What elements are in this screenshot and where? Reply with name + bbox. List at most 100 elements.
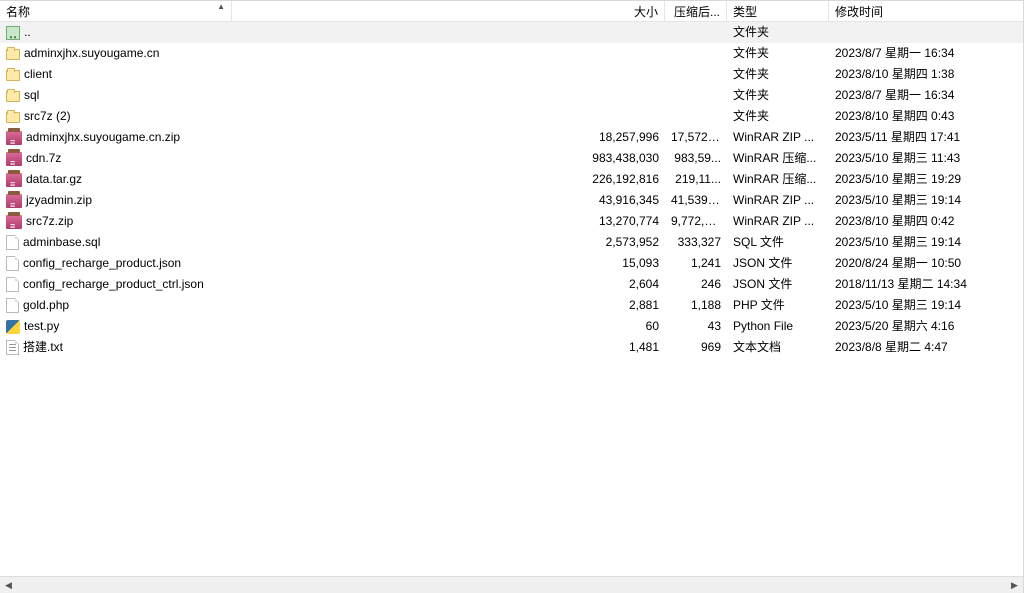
scroll-right-button[interactable]: ▶ (1006, 577, 1023, 593)
file-name-label: 搭建.txt (23, 337, 63, 358)
cell-name: test.py (0, 316, 232, 337)
file-list-panel: 名称 ▲ 大小 压缩后... 类型 修改时间 ..文件夹adminxjhx.su… (0, 0, 1024, 593)
cell-modified: 2023/5/10 星期三 11:43 (829, 148, 1023, 169)
scroll-track[interactable] (17, 577, 1006, 593)
cell-packed: 17,572,... (665, 127, 727, 148)
cell-name: data.tar.gz (0, 169, 232, 190)
cell-packed: 246 (665, 274, 727, 295)
file-row[interactable]: test.py6043Python File2023/5/20 星期六 4:16 (0, 316, 1023, 337)
cell-packed: 333,327 (665, 232, 727, 253)
file-row[interactable]: adminxjhx.suyougame.cn文件夹2023/8/7 星期一 16… (0, 43, 1023, 64)
cell-type: WinRAR 压缩... (727, 169, 829, 190)
file-row[interactable]: gold.php2,8811,188PHP 文件2023/5/10 星期三 19… (0, 295, 1023, 316)
file-row[interactable]: adminbase.sql2,573,952333,327SQL 文件2023/… (0, 232, 1023, 253)
column-header-size-label: 大小 (634, 3, 658, 20)
column-header-packed-label: 压缩后... (674, 3, 720, 20)
column-header-name-label: 名称 (6, 3, 30, 20)
scroll-left-button[interactable]: ◀ (0, 577, 17, 593)
file-row[interactable]: sql文件夹2023/8/7 星期一 16:34 (0, 85, 1023, 106)
column-header-size[interactable]: 大小 (585, 1, 665, 21)
cell-modified: 2020/8/24 星期一 10:50 (829, 253, 1023, 274)
file-rows-container: ..文件夹adminxjhx.suyougame.cn文件夹2023/8/7 星… (0, 22, 1023, 576)
cell-packed: 969 (665, 337, 727, 358)
cell-name: adminxjhx.suyougame.cn.zip (0, 127, 232, 148)
cell-name: adminbase.sql (0, 232, 232, 253)
cell-size: 983,438,030 (585, 148, 665, 169)
sort-indicator-icon: ▲ (217, 2, 225, 11)
file-row[interactable]: config_recharge_product.json15,0931,241J… (0, 253, 1023, 274)
file-name-label: sql (24, 85, 39, 106)
cell-size: 2,604 (585, 274, 665, 295)
cell-modified: 2023/8/7 星期一 16:34 (829, 43, 1023, 64)
cell-packed: 41,539,... (665, 190, 727, 211)
cell-size: 43,916,345 (585, 190, 665, 211)
file-row[interactable]: data.tar.gz226,192,816219,11...WinRAR 压缩… (0, 169, 1023, 190)
cell-name: adminxjhx.suyougame.cn (0, 43, 232, 64)
file-row[interactable]: 搭建.txt1,481969文本文档2023/8/8 星期二 4:47 (0, 337, 1023, 358)
horizontal-scrollbar[interactable]: ◀ ▶ (0, 576, 1023, 593)
cell-packed: 9,772,2... (665, 211, 727, 232)
column-header-modified[interactable]: 修改时间 (829, 1, 1023, 21)
cell-name: jzyadmin.zip (0, 190, 232, 211)
file-name-label: src7z (2) (24, 106, 71, 127)
cell-modified: 2023/5/20 星期六 4:16 (829, 316, 1023, 337)
file-name-label: adminxjhx.suyougame.cn (24, 43, 159, 64)
column-header-type[interactable]: 类型 (727, 1, 829, 21)
cell-modified: 2023/5/11 星期四 17:41 (829, 127, 1023, 148)
cell-type: Python File (727, 316, 829, 337)
file-row[interactable]: adminxjhx.suyougame.cn.zip18,257,99617,5… (0, 127, 1023, 148)
cell-modified: 2023/8/10 星期四 1:38 (829, 64, 1023, 85)
file-name-label: client (24, 64, 52, 85)
cell-name: src7z (2) (0, 106, 232, 127)
file-row[interactable]: cdn.7z983,438,030983,59...WinRAR 压缩...20… (0, 148, 1023, 169)
file-row[interactable]: jzyadmin.zip43,916,34541,539,...WinRAR Z… (0, 190, 1023, 211)
column-header-row: 名称 ▲ 大小 压缩后... 类型 修改时间 (0, 1, 1023, 22)
column-header-modified-label: 修改时间 (835, 3, 883, 20)
file-row[interactable]: config_recharge_product_ctrl.json 2,60424… (0, 274, 1023, 295)
archive-icon (6, 215, 22, 229)
file-name-label: config_recharge_product.json (23, 253, 181, 274)
file-row[interactable]: client 文件夹2023/8/10 星期四 1:38 (0, 64, 1023, 85)
cell-type: 文件夹 (727, 22, 829, 43)
cell-modified: 2023/5/10 星期三 19:29 (829, 169, 1023, 190)
cell-modified: 2023/8/10 星期四 0:43 (829, 106, 1023, 127)
cell-size: 1,481 (585, 337, 665, 358)
column-header-packed[interactable]: 压缩后... (665, 1, 727, 21)
cell-size: 15,093 (585, 253, 665, 274)
file-name-label: src7z.zip (26, 211, 73, 232)
cell-name: config_recharge_product_ctrl.json (0, 274, 232, 295)
cell-modified: 2018/11/13 星期二 14:34 (829, 274, 1023, 295)
cell-modified: 2023/8/8 星期二 4:47 (829, 337, 1023, 358)
file-name-label: jzyadmin.zip (26, 190, 92, 211)
cell-type: WinRAR 压缩... (727, 148, 829, 169)
file-icon (6, 235, 19, 250)
folder-icon (6, 112, 20, 123)
archive-icon (6, 131, 22, 145)
file-icon (6, 298, 19, 313)
cell-name: client (0, 64, 232, 85)
cell-size: 226,192,816 (585, 169, 665, 190)
file-row[interactable]: src7z (2) 文件夹2023/8/10 星期四 0:43 (0, 106, 1023, 127)
file-name-label: cdn.7z (26, 148, 61, 169)
archive-icon (6, 173, 22, 187)
column-header-name[interactable]: 名称 ▲ (0, 1, 232, 21)
file-row[interactable]: .. 文件夹 (0, 22, 1023, 43)
cell-modified: 2023/5/10 星期三 19:14 (829, 295, 1023, 316)
parent-folder-icon (6, 26, 20, 40)
file-icon (6, 277, 19, 292)
cell-type: 文件夹 (727, 64, 829, 85)
cell-name: .. (0, 22, 232, 43)
cell-type: JSON 文件 (727, 274, 829, 295)
cell-type: WinRAR ZIP ... (727, 127, 829, 148)
cell-modified: 2023/5/10 星期三 19:14 (829, 232, 1023, 253)
file-name-label: data.tar.gz (26, 169, 82, 190)
text-file-icon (6, 340, 19, 355)
cell-size: 60 (585, 316, 665, 337)
cell-size: 2,573,952 (585, 232, 665, 253)
cell-name: gold.php (0, 295, 232, 316)
file-name-label: adminxjhx.suyougame.cn.zip (26, 127, 180, 148)
file-name-label: test.py (24, 316, 59, 337)
cell-type: 文件夹 (727, 106, 829, 127)
file-row[interactable]: src7z.zip13,270,7749,772,2...WinRAR ZIP … (0, 211, 1023, 232)
file-name-label: adminbase.sql (23, 232, 100, 253)
